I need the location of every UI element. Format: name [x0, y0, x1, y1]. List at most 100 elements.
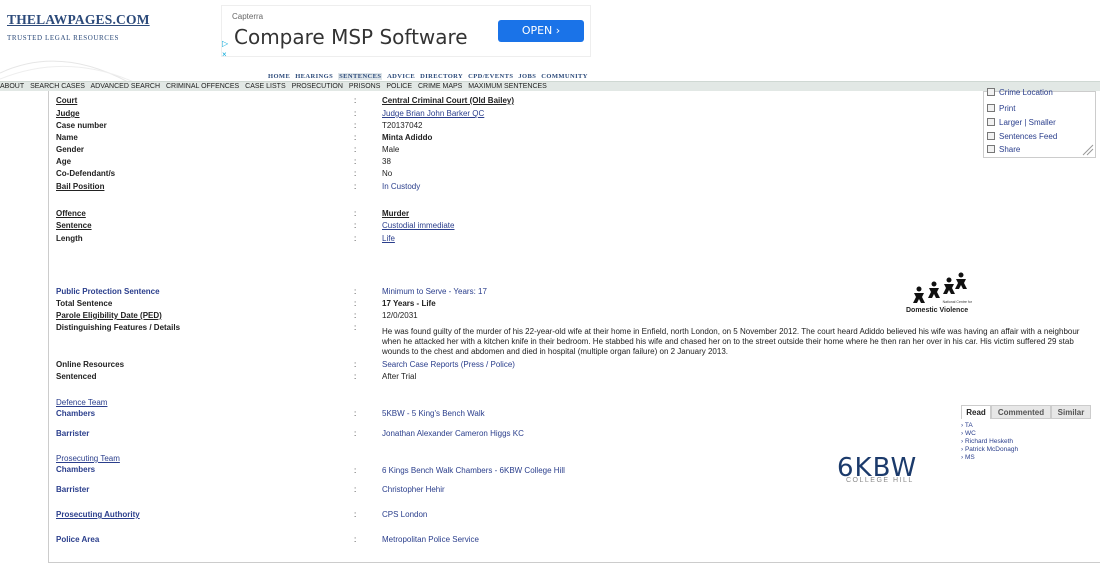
nav-jobs[interactable]: JOBS: [518, 73, 536, 80]
nav-directory[interactable]: DIRECTORY: [420, 73, 463, 80]
colon: :: [354, 109, 357, 118]
prosecution-chambers-value[interactable]: 6 Kings Bench Walk Chambers - 6KBW Colle…: [382, 466, 565, 475]
nav-home[interactable]: HOME: [268, 73, 290, 80]
total-sentence-label: Total Sentence: [56, 299, 113, 308]
judge-value[interactable]: Judge Brian John Barker QC: [382, 109, 484, 118]
nav-hearings[interactable]: HEARINGS: [295, 73, 333, 80]
age-label: Age: [56, 157, 72, 166]
colon: :: [354, 209, 357, 218]
case-number-label: Case number: [56, 121, 107, 130]
advertisement[interactable]: Capterra Compare MSP Software ▷ × OPEN ›: [221, 5, 591, 59]
length-value[interactable]: Life: [382, 234, 395, 243]
subnav-criminal-offences[interactable]: CRIMINAL OFFENCES: [166, 83, 239, 90]
sub-nav: ABOUT SEARCH CASES ADVANCED SEARCH CRIMI…: [0, 81, 1100, 91]
6kbw-subtitle: COLLEGE HILL: [846, 477, 914, 484]
crime-location-link[interactable]: Crime Location: [987, 88, 1053, 97]
public-protection-sentence-label: Public Protection Sentence: [56, 287, 160, 296]
content-border: [48, 91, 49, 563]
subnav-prisons[interactable]: PRISONS: [349, 83, 381, 90]
defence-team-heading[interactable]: Defence Team: [56, 398, 107, 407]
colon: :: [354, 510, 357, 519]
bail-position-label[interactable]: Bail Position: [56, 182, 104, 191]
prosecution-chambers-label: Chambers: [56, 465, 96, 474]
subnav-about[interactable]: ABOUT: [0, 83, 24, 90]
list-item[interactable]: › Richard Hesketh: [961, 438, 1018, 446]
colon: :: [354, 323, 357, 332]
read-list: › TA › WC › Richard Hesketh › Patrick Mc…: [961, 422, 1018, 462]
prosecution-barrister-value[interactable]: Christopher Hehir: [382, 485, 445, 494]
sentences-feed-link[interactable]: Sentences Feed: [987, 132, 1057, 141]
ad-open-button[interactable]: OPEN ›: [498, 20, 584, 42]
subnav-police[interactable]: POLICE: [386, 83, 412, 90]
online-resources-label: Online Resources: [56, 360, 125, 369]
colon: :: [354, 234, 357, 243]
colon: :: [354, 145, 357, 154]
defence-chambers-label: Chambers: [56, 409, 96, 418]
subnav-advanced-search[interactable]: ADVANCED SEARCH: [91, 83, 161, 90]
subnav-maximum-sentences[interactable]: MAXIMUM SENTENCES: [468, 83, 547, 90]
ad-choices-icon[interactable]: ▷: [222, 39, 228, 48]
prosecuting-authority-value[interactable]: CPS London: [382, 510, 427, 519]
sentence-value[interactable]: Custodial immediate: [382, 221, 454, 230]
share-link[interactable]: Share: [987, 145, 1020, 154]
case-number-value: T20137042: [382, 121, 423, 130]
colon: :: [354, 133, 357, 142]
ped-label[interactable]: Parole Eligibility Date (PED): [56, 311, 162, 320]
case-details-text: He was found guilty of the murder of his…: [382, 327, 1080, 356]
subnav-search-cases[interactable]: SEARCH CASES: [30, 83, 85, 90]
text-size-icon: [987, 118, 995, 126]
defence-chambers-value[interactable]: 5KBW - 5 King's Bench Walk: [382, 409, 485, 418]
sentenced-value: After Trial: [382, 372, 417, 381]
police-area-value[interactable]: Metropolitan Police Service: [382, 535, 479, 544]
colon: :: [354, 299, 357, 308]
nav-community[interactable]: COMMUNITY: [541, 73, 588, 80]
offence-value[interactable]: Murder: [382, 209, 409, 218]
search-case-reports-link[interactable]: Search Case Reports (Press / Police): [382, 360, 515, 369]
list-item[interactable]: › MS: [961, 454, 1018, 462]
dv-title[interactable]: Domestic Violence: [906, 307, 968, 314]
page-tools: Crime Location Print Larger | Smaller Se…: [983, 88, 1096, 158]
colon: :: [354, 121, 357, 130]
nav-advice[interactable]: ADVICE: [387, 73, 415, 80]
tab-commented[interactable]: Commented: [991, 405, 1051, 419]
prosecuting-team-heading[interactable]: Prosecuting Team: [56, 454, 120, 463]
tab-similar[interactable]: Similar: [1051, 405, 1091, 419]
sentence-label[interactable]: Sentence: [56, 221, 92, 230]
prosecuting-authority-label[interactable]: Prosecuting Authority: [56, 510, 140, 519]
nav-sentences[interactable]: SENTENCES: [338, 73, 383, 80]
name-label: Name: [56, 133, 78, 142]
judge-label[interactable]: Judge: [56, 109, 80, 118]
ad-title[interactable]: Compare MSP Software: [234, 25, 468, 49]
print-link[interactable]: Print: [987, 104, 1015, 113]
public-protection-sentence-value: Minimum to Serve - Years: 17: [382, 287, 487, 296]
colon: :: [354, 372, 357, 381]
colon: :: [354, 485, 357, 494]
site-tagline: TRUSTED LEGAL RESOURCES: [7, 34, 119, 42]
site-logo[interactable]: THELAWPAGES.COM TRUSTED LEGAL RESOURCES: [7, 12, 150, 42]
dv-subtitle: National Centre for: [942, 300, 972, 304]
list-item[interactable]: › TA: [961, 422, 1018, 430]
list-item[interactable]: › Patrick McDonagh: [961, 446, 1018, 454]
court-value[interactable]: Central Criminal Court (Old Bailey): [382, 96, 514, 105]
colon: :: [354, 360, 357, 369]
read-tabs: Read Commented Similar: [961, 405, 1091, 419]
gender-label: Gender: [56, 145, 85, 154]
site-title[interactable]: THELAWPAGES.COM: [7, 12, 150, 28]
offence-label[interactable]: Offence: [56, 209, 86, 218]
defence-barrister-label: Barrister: [56, 429, 90, 438]
share-icon: [987, 145, 995, 153]
list-item[interactable]: › WC: [961, 430, 1018, 438]
resize-handle-icon[interactable]: [1082, 144, 1094, 156]
print-icon: [987, 104, 995, 112]
court-label[interactable]: Court: [56, 96, 77, 105]
distinguishing-features-label: Distinguishing Features / Details: [56, 323, 181, 332]
subnav-prosecution[interactable]: PROSECUTION: [292, 83, 343, 90]
subnav-crime-maps[interactable]: CRIME MAPS: [418, 83, 462, 90]
text-size-link[interactable]: Larger | Smaller: [987, 118, 1056, 127]
map-pin-icon: [987, 88, 995, 96]
defence-barrister-value[interactable]: Jonathan Alexander Cameron Higgs KC: [382, 429, 524, 438]
tab-read[interactable]: Read: [961, 405, 991, 419]
prosecution-barrister-label: Barrister: [56, 485, 90, 494]
nav-cpd-events[interactable]: CPD/EVENTS: [468, 73, 513, 80]
subnav-case-lists[interactable]: CASE LISTS: [245, 83, 285, 90]
